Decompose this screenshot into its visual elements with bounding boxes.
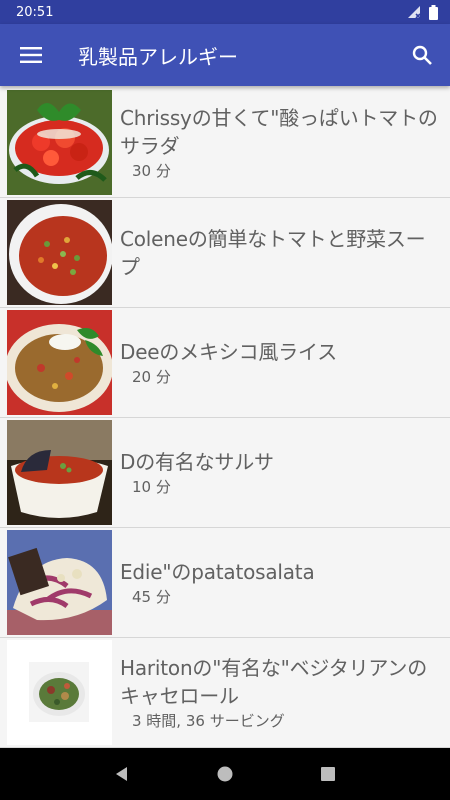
back-triangle-icon [115,767,127,781]
recipe-title: Edie"のpatatosalata [120,559,315,584]
recents-button[interactable] [308,754,348,794]
status-bar: 20:51 [0,0,450,24]
recents-square-icon [321,767,336,781]
recipe-title: Deeのメキシコ風ライス [120,339,338,364]
tomato-salad-thumbnail [7,90,112,195]
home-button[interactable] [205,754,245,794]
potato-salad-thumbnail [7,530,112,635]
recipe-list[interactable]: Chrissyの甘くて"酸っぱいトマトのサラダ 30 分 Coleneの簡単なト… [0,88,450,748]
navigation-bar [0,748,450,800]
recipe-subtitle: 20 分 [132,367,171,386]
hamburger-menu-icon [20,47,42,63]
recipe-list-item[interactable]: Chrissyの甘くて"酸っぱいトマトのサラダ 30 分 [0,88,450,198]
recipe-title: Haritonの"有名な"ベジタリアンのキャセロール [120,655,428,708]
vegetable-soup-thumbnail [7,200,112,305]
recipe-title: Chrissyの甘くて"酸っぱいトマトのサラダ [120,105,438,158]
recipe-subtitle: 10 分 [132,477,171,496]
recipe-subtitle: 45 分 [132,587,171,606]
battery-icon [429,4,438,20]
recipe-title: Dの有名なサルサ [120,449,274,474]
status-icons [407,4,438,20]
app-bar: 乳製品アレルギー [0,24,450,86]
recipe-list-item[interactable]: Dの有名なサルサ 10 分 [0,418,450,528]
recipe-list-item[interactable]: Edie"のpatatosalata 45 分 [0,528,450,638]
vegetarian-casserole-thumbnail [7,640,112,745]
back-button[interactable] [102,754,142,794]
recipe-title: Coleneの簡単なトマトと野菜スープ [120,226,426,279]
recipe-list-item[interactable]: Coleneの簡単なトマトと野菜スープ [0,198,450,308]
signal-icon [408,6,421,19]
recipe-subtitle: 30 分 [132,161,171,180]
salsa-thumbnail [7,420,112,525]
search-button[interactable] [394,24,450,86]
status-time: 20:51 [16,4,54,20]
recipe-list-item[interactable]: Deeのメキシコ風ライス 20 分 [0,308,450,418]
recipe-list-item[interactable]: Haritonの"有名な"ベジタリアンのキャセロール 3 時間, 36 サービン… [0,638,450,748]
menu-button[interactable] [0,24,62,86]
home-circle-icon [217,766,233,782]
page-title: 乳製品アレルギー [78,44,238,69]
mexican-rice-thumbnail [7,310,112,415]
recipe-subtitle: 3 時間, 36 サービング [132,711,285,730]
search-icon [412,45,432,65]
